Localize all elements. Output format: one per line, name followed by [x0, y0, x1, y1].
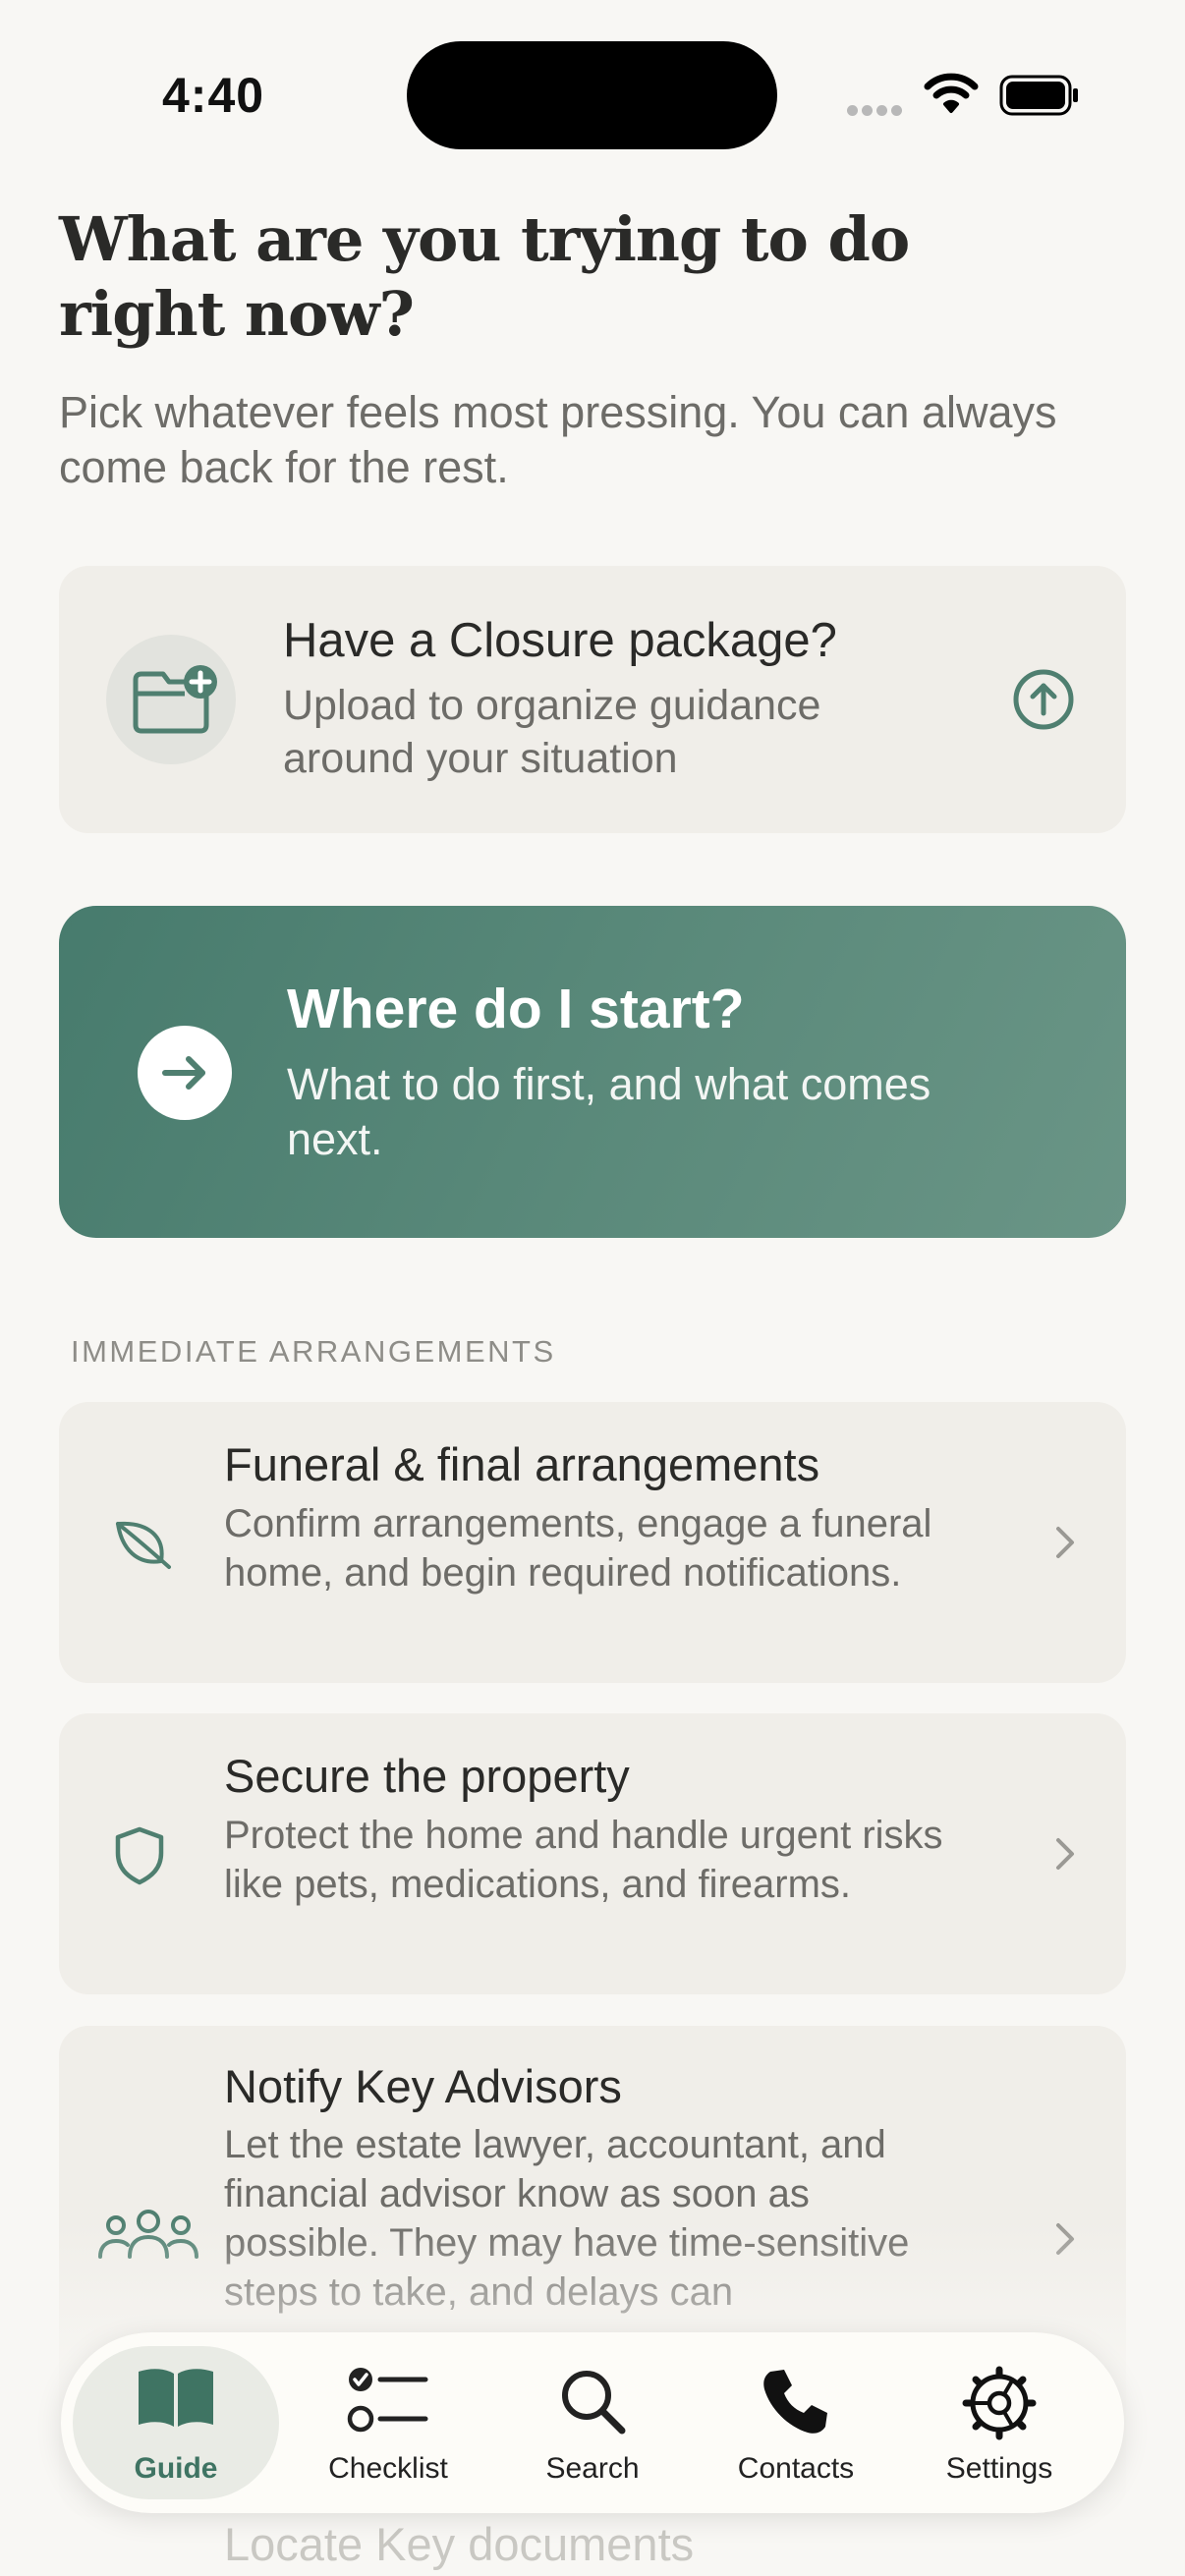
task-funeral-arrangements[interactable]: Funeral & final arrangements Confirm arr… — [59, 1402, 1126, 1683]
dynamic-island — [407, 41, 777, 149]
task-description: Confirm arrangements, engage a funeral h… — [224, 1502, 932, 1595]
checklist-icon — [347, 2368, 428, 2433]
task-title: Funeral & final arrangements — [224, 1438, 820, 1490]
tab-settings[interactable]: Settings — [896, 2346, 1102, 2499]
where-do-i-start-card[interactable]: Where do I start? What to do first, and … — [59, 906, 1126, 1238]
arrow-right-icon — [162, 1056, 205, 1090]
upload-icon-badge — [106, 635, 236, 764]
status-time: 4:40 — [162, 68, 265, 123]
section-heading: IMMEDIATE ARRANGEMENTS — [71, 1334, 556, 1369]
tab-label: Settings — [945, 2452, 1053, 2485]
tab-search[interactable]: Search — [489, 2346, 696, 2499]
task-title: Secure the property — [224, 1750, 630, 1802]
shield-icon — [115, 1826, 164, 1885]
tab-bar: Guide Checklist Search Contacts Settings — [61, 2332, 1124, 2513]
page-title: What are you trying to do right now? — [59, 203, 910, 350]
upload-arrow-icon[interactable] — [1012, 668, 1075, 731]
tab-contacts[interactable]: Contacts — [693, 2346, 899, 2499]
tab-guide[interactable]: Guide — [73, 2346, 279, 2499]
start-card-title: Where do I start? — [287, 978, 745, 1040]
book-icon — [139, 2369, 213, 2427]
search-icon — [562, 2371, 626, 2435]
battery-icon — [999, 75, 1078, 116]
phone-icon — [763, 2370, 827, 2434]
task-locate-documents-title[interactable]: Locate Key documents — [224, 2517, 694, 2571]
task-secure-property[interactable]: Secure the property Protect the home and… — [59, 1713, 1126, 1994]
tab-label: Contacts — [737, 2452, 855, 2485]
upload-card-title: Have a Closure package? — [283, 614, 837, 667]
task-description: Protect the home and handle urgent risks… — [224, 1814, 943, 1906]
wifi-icon — [924, 73, 979, 113]
leaf-icon — [116, 1521, 171, 1569]
chevron-right-icon — [1056, 1527, 1074, 1558]
task-title: Notify Key Advisors — [224, 2060, 622, 2112]
chevron-right-icon — [1056, 1838, 1074, 1870]
tab-checklist[interactable]: Checklist — [285, 2346, 491, 2499]
status-bar: 4:40 — [0, 0, 1185, 187]
start-card-subtitle: What to do first, and what comes next. — [287, 1059, 931, 1164]
tab-label: Search — [545, 2452, 640, 2485]
upload-card-subtitle: Upload to organize guidance around your … — [283, 682, 821, 782]
start-arrow-badge — [138, 1026, 232, 1120]
tab-label: Guide — [134, 2452, 218, 2485]
page-subtitle: Pick whatever feels most pressing. You c… — [59, 387, 1057, 492]
tab-label: Checklist — [328, 2452, 448, 2485]
upload-package-card[interactable]: Have a Closure package? Upload to organi… — [59, 566, 1126, 833]
cellular-signal-icon — [847, 103, 906, 121]
folder-add-icon — [133, 665, 217, 734]
gear-icon — [962, 2366, 1037, 2440]
